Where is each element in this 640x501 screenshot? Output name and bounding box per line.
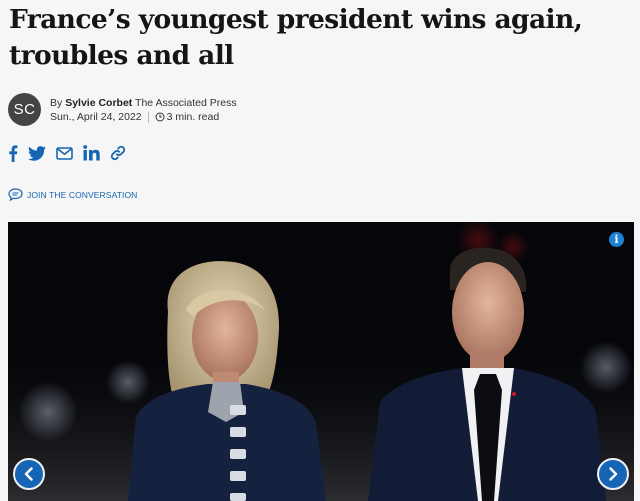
linkedin-share-button[interactable]	[83, 143, 100, 163]
share-bar	[8, 143, 136, 163]
article-headline: France’s youngest president wins again, …	[9, 4, 583, 71]
photo-info-button[interactable]: i	[609, 232, 624, 247]
join-conversation-link[interactable]: JOIN THE CONVERSATION	[8, 188, 137, 201]
join-conversation-label: JOIN THE CONVERSATION	[27, 189, 138, 200]
author-avatar[interactable]: SC	[8, 93, 41, 126]
email-icon	[56, 146, 73, 160]
link-icon	[110, 145, 126, 161]
gallery-next-button[interactable]	[597, 458, 629, 490]
publish-date: Sun., April 24, 2022	[50, 111, 142, 123]
chevron-left-icon	[24, 467, 33, 481]
meta-divider	[147, 111, 149, 123]
email-share-button[interactable]	[56, 143, 73, 163]
article-photo[interactable]: i	[8, 222, 634, 501]
gallery-prev-button[interactable]	[13, 458, 45, 490]
photo-scene	[8, 222, 634, 501]
facebook-share-button[interactable]	[8, 143, 18, 163]
byline-prefix: By	[50, 97, 63, 109]
author-name[interactable]: Sylvie Corbet	[65, 97, 132, 109]
twitter-share-button[interactable]	[28, 143, 46, 163]
facebook-icon	[9, 144, 18, 162]
linkedin-icon	[83, 145, 100, 161]
read-time: 3 min. read	[166, 111, 220, 123]
twitter-icon	[28, 145, 46, 161]
copy-link-button[interactable]	[110, 143, 126, 163]
author-org: The Associated Press	[135, 97, 237, 109]
article-meta: Sun., April 24, 2022 3 min. read	[50, 110, 219, 124]
byline: By Sylvie Corbet The Associated Press	[50, 96, 237, 110]
speech-bubble-icon	[8, 188, 23, 201]
clock-icon	[155, 112, 165, 122]
chevron-right-icon	[609, 467, 618, 481]
